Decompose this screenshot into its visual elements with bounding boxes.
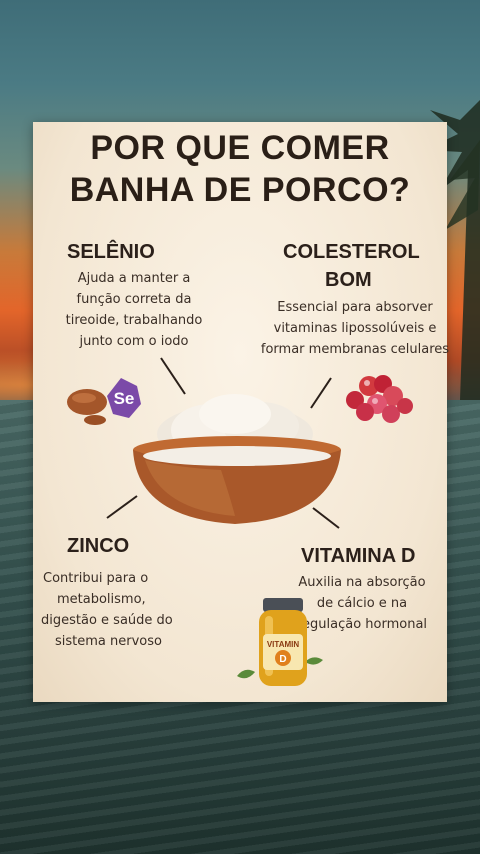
jar-letter: D [279, 654, 286, 665]
jar-label: VITAMIN [267, 640, 300, 649]
zinco-line: sistema nervoso [55, 634, 162, 649]
zinco-description: Contribui para o metabolismo, digestão e… [35, 568, 205, 652]
vitamin-d-jar-icon: VITAMIN D [237, 598, 323, 686]
vitamina-line: Auxilia na absorção [298, 575, 426, 590]
zinco-heading: ZINCO [67, 535, 130, 557]
selenio-connector [160, 357, 186, 395]
zinco-line: Contribui para o [43, 571, 149, 586]
infographic-card: POR QUE COMER BANHA DE PORCO? SELÊNIO Aj… [33, 122, 449, 702]
zinco-line: metabolismo, [57, 592, 146, 607]
vitamina-heading: VITAMINA D [301, 545, 416, 567]
zinco-line: digestão e saúde do [41, 613, 173, 628]
lard-bowl-image [133, 394, 341, 524]
